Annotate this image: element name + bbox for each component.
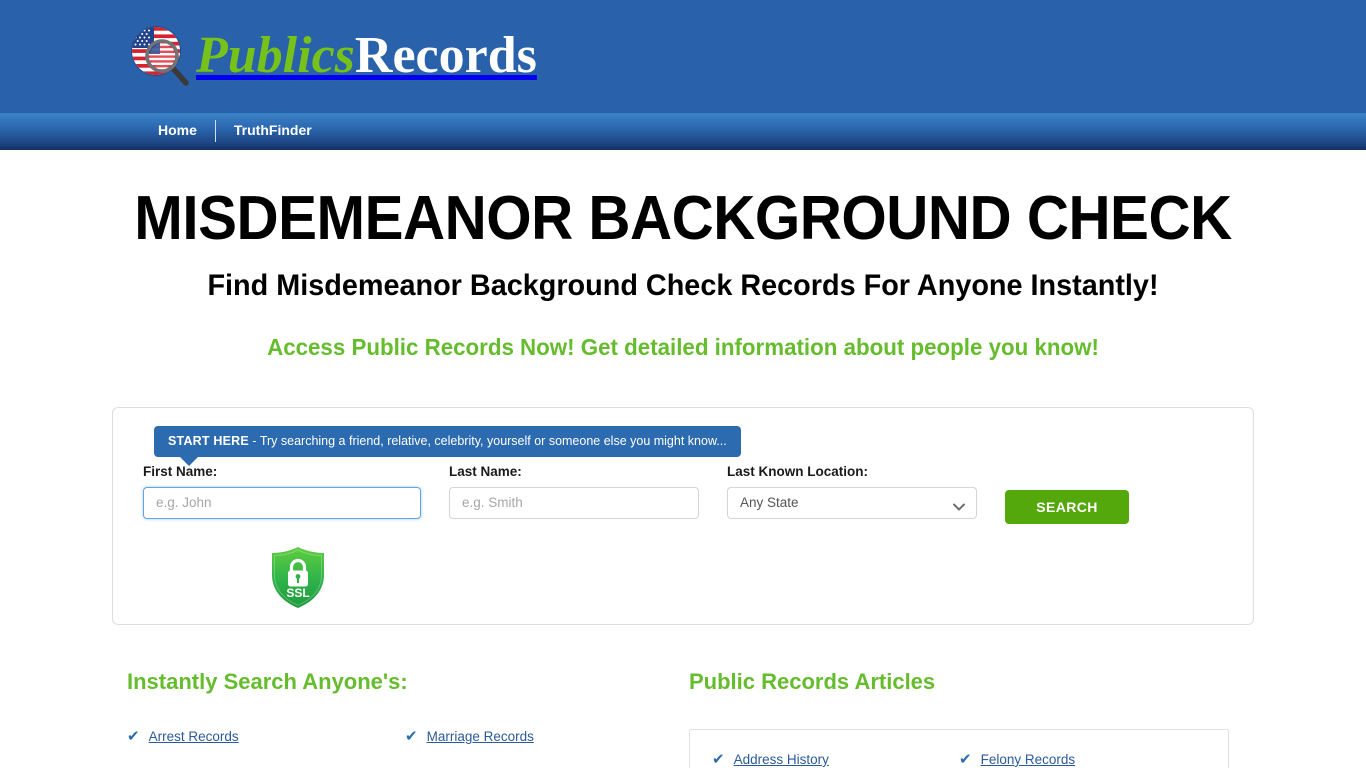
first-name-field-group: First Name: — [143, 464, 421, 519]
tooltip-strong-text: START HERE — [168, 433, 249, 448]
list-item[interactable]: ✔ Arrest Records — [127, 729, 405, 744]
tooltip-rest-text: - Try searching a friend, relative, cele… — [248, 433, 727, 448]
search-button-group: SEARCH — [1005, 464, 1129, 524]
main-navigation: Home TruthFinder — [0, 113, 1366, 150]
link-address-history[interactable]: Address History — [734, 752, 829, 767]
logo-text-records: Records — [354, 27, 537, 84]
page-subtitle: Find Misdemeanor Background Check Record… — [207, 268, 1159, 302]
location-label: Last Known Location: — [727, 463, 868, 479]
location-select-wrap: Any State — [727, 486, 977, 519]
page-title: MISDEMEANOR BACKGROUND CHECK — [134, 184, 1232, 253]
site-header: PublicsRecords — [0, 0, 1366, 113]
location-select[interactable]: Any State — [727, 486, 977, 519]
check-icon: ✔ — [712, 750, 725, 768]
usa-flag-magnifier-icon — [126, 22, 194, 90]
logo-wordmark: PublicsRecords — [196, 30, 537, 82]
first-name-input[interactable] — [143, 486, 421, 519]
search-fields-row: First Name: Last Name: Last Known Locati… — [143, 464, 1225, 524]
check-icon: ✔ — [959, 750, 972, 768]
articles-box: ✔ Address History ✔ Felony Records — [689, 728, 1229, 768]
bottom-columns: Instantly Search Anyone's: ✔ Arrest Reco… — [113, 669, 1253, 768]
logo-text-publics: Publics — [196, 27, 355, 84]
check-icon: ✔ — [405, 727, 418, 745]
link-marriage-records[interactable]: Marriage Records — [427, 729, 534, 744]
instant-search-heading: Instantly Search Anyone's: — [127, 668, 408, 694]
last-name-label: Last Name: — [449, 463, 522, 479]
list-item[interactable]: ✔ Address History — [712, 752, 959, 767]
last-name-field-group: Last Name: — [449, 464, 699, 519]
site-logo[interactable]: PublicsRecords — [126, 22, 537, 90]
search-panel: START HERE - Try searching a friend, rel… — [112, 406, 1254, 625]
list-item[interactable]: ✔ Felony Records — [959, 752, 1206, 767]
instant-search-column: Instantly Search Anyone's: ✔ Arrest Reco… — [113, 669, 683, 768]
start-here-tooltip: START HERE - Try searching a friend, rel… — [154, 425, 741, 466]
first-name-label: First Name: — [143, 463, 218, 479]
last-name-input[interactable] — [449, 486, 699, 519]
articles-link-grid: ✔ Address History ✔ Felony Records — [712, 752, 1206, 768]
check-icon: ✔ — [127, 727, 140, 745]
svg-text:SSL: SSL — [286, 586, 309, 600]
location-field-group: Last Known Location: Any State — [727, 464, 977, 519]
search-button[interactable]: SEARCH — [1005, 489, 1129, 524]
link-arrest-records[interactable]: Arrest Records — [149, 729, 239, 744]
instant-search-link-grid: ✔ Arrest Records ✔ Marriage Records ✔ Cr… — [127, 729, 683, 768]
list-item[interactable]: ✔ Marriage Records — [405, 729, 683, 744]
page-tagline: Access Public Records Now! Get detailed … — [267, 333, 1099, 360]
nav-item-home[interactable]: Home — [140, 114, 215, 147]
articles-column: Public Records Articles ✔ Address Histor… — [683, 669, 1253, 768]
link-felony-records[interactable]: Felony Records — [981, 752, 1076, 767]
ssl-badge: SSL — [268, 545, 328, 611]
articles-heading: Public Records Articles — [689, 668, 936, 694]
main-content: MISDEMEANOR BACKGROUND CHECK Find Misdem… — [0, 150, 1366, 768]
nav-item-truthfinder[interactable]: TruthFinder — [216, 114, 330, 147]
